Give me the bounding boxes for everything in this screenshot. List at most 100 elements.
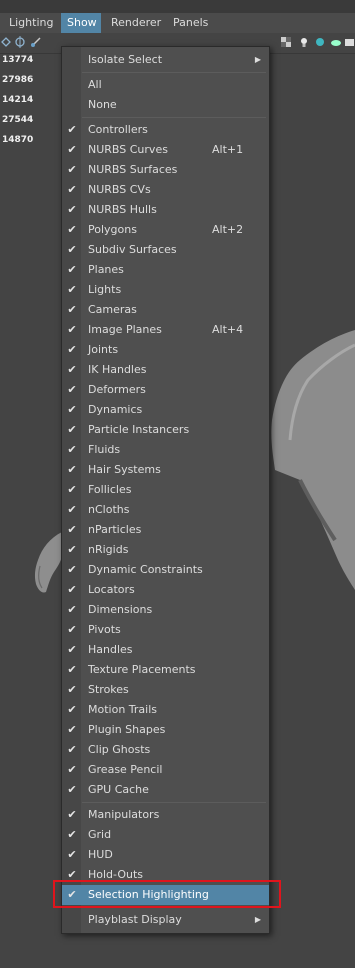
camera-attributes-icon[interactable] (30, 36, 42, 48)
menu-item-label: Dynamic Constraints (88, 563, 203, 576)
menu-item-image-planes[interactable]: ✔ Image Planes Alt+4 (62, 320, 269, 340)
check-icon: ✔ (67, 663, 77, 676)
check-icon: ✔ (67, 323, 77, 336)
menu-item-playblast-display[interactable]: Playblast Display ▶ (62, 910, 269, 930)
menu-panels[interactable]: Panels (167, 13, 217, 33)
check-icon: ✔ (67, 263, 77, 276)
menu-item-nurbs-curves[interactable]: ✔ NURBS Curves Alt+1 (62, 140, 269, 160)
menu-item-strokes[interactable]: ✔ Strokes (62, 680, 269, 700)
menu-separator (82, 72, 266, 73)
menu-item-ik-handles[interactable]: ✔ IK Handles (62, 360, 269, 380)
menu-item-deformers[interactable]: ✔ Deformers (62, 380, 269, 400)
check-icon: ✔ (67, 703, 77, 716)
menu-item-joints[interactable]: ✔ Joints (62, 340, 269, 360)
menu-item-label: Joints (88, 343, 119, 356)
hud-stat-uvs: 14870 (2, 135, 34, 145)
menu-item-nurbs-cvs[interactable]: ✔ NURBS CVs (62, 180, 269, 200)
menu-item-dynamics[interactable]: ✔ Dynamics (62, 400, 269, 420)
menu-item-dimensions[interactable]: ✔ Dimensions (62, 600, 269, 620)
menu-item-cameras[interactable]: ✔ Cameras (62, 300, 269, 320)
check-icon: ✔ (67, 848, 77, 861)
menu-item-label: NURBS Hulls (88, 203, 157, 216)
menu-item-locators[interactable]: ✔ Locators (62, 580, 269, 600)
menu-item-lights[interactable]: ✔ Lights (62, 280, 269, 300)
menu-item-texture-placements[interactable]: ✔ Texture Placements (62, 660, 269, 680)
menu-item-motion-trails[interactable]: ✔ Motion Trails (62, 700, 269, 720)
menu-show[interactable]: Show (61, 13, 101, 33)
menu-item-controllers[interactable]: ✔ Controllers (62, 120, 269, 140)
menu-item-subdiv-surfaces[interactable]: ✔ Subdiv Surfaces (62, 240, 269, 260)
menu-item-dynamic-constraints[interactable]: ✔ Dynamic Constraints (62, 560, 269, 580)
check-icon: ✔ (67, 403, 77, 416)
menu-item-grid[interactable]: ✔ Grid (62, 825, 269, 845)
menu-item-isolate-select[interactable]: Isolate Select ▶ (62, 50, 269, 70)
menu-item-nurbs-surfaces[interactable]: ✔ NURBS Surfaces (62, 160, 269, 180)
check-icon: ✔ (67, 543, 77, 556)
ambient-occlusion-icon[interactable] (330, 36, 342, 48)
check-icon: ✔ (67, 643, 77, 656)
check-icon: ✔ (67, 203, 77, 216)
menu-item-label: NURBS Surfaces (88, 163, 178, 176)
menu-separator (82, 802, 266, 803)
menu-item-particle-instancers[interactable]: ✔ Particle Instancers (62, 420, 269, 440)
menu-item-follicles[interactable]: ✔ Follicles (62, 480, 269, 500)
shadows-icon[interactable] (314, 36, 326, 48)
camera-icon[interactable] (345, 36, 355, 48)
select-camera-icon[interactable] (0, 36, 12, 48)
show-menu-dropdown: Isolate Select ▶ All None ✔ Controllers ✔ NURBS… (61, 46, 270, 934)
menu-item-label: Image Planes (88, 323, 162, 336)
menu-item-label: Follicles (88, 483, 132, 496)
menu-item-label: nRigids (88, 543, 129, 556)
check-icon: ✔ (67, 623, 77, 636)
menu-item-label: NURBS Curves (88, 143, 168, 156)
check-icon: ✔ (67, 808, 77, 821)
menu-item-grease-pencil[interactable]: ✔ Grease Pencil (62, 760, 269, 780)
menu-item-planes[interactable]: ✔ Planes (62, 260, 269, 280)
menu-item-label: Grease Pencil (88, 763, 163, 776)
menu-item-nparticles[interactable]: ✔ nParticles (62, 520, 269, 540)
check-icon: ✔ (67, 163, 77, 176)
check-icon: ✔ (67, 443, 77, 456)
lighting-icon[interactable] (298, 36, 310, 48)
menu-item-gpu-cache[interactable]: ✔ GPU Cache (62, 780, 269, 800)
checker-texture-icon[interactable] (280, 36, 292, 48)
menu-item-label: Clip Ghosts (88, 743, 151, 756)
menu-item-pivots[interactable]: ✔ Pivots (62, 620, 269, 640)
check-icon: ✔ (67, 183, 77, 196)
menu-item-label: Subdiv Surfaces (88, 243, 177, 256)
menu-lighting[interactable]: Lighting (2, 13, 57, 33)
menu-item-label: Manipulators (88, 808, 160, 821)
menu-item-fluids[interactable]: ✔ Fluids (62, 440, 269, 460)
menu-item-label: Locators (88, 583, 135, 596)
menu-item-clip-ghosts[interactable]: ✔ Clip Ghosts (62, 740, 269, 760)
menu-item-manipulators[interactable]: ✔ Manipulators (62, 805, 269, 825)
menu-item-hair-systems[interactable]: ✔ Hair Systems (62, 460, 269, 480)
check-icon: ✔ (67, 423, 77, 436)
check-icon: ✔ (67, 303, 77, 316)
menu-item-ncloths[interactable]: ✔ nCloths (62, 500, 269, 520)
menu-item-polygons[interactable]: ✔ Polygons Alt+2 (62, 220, 269, 240)
menu-renderer[interactable]: Renderer (106, 13, 166, 33)
menu-item-label: Lights (88, 283, 122, 296)
lock-camera-icon[interactable] (14, 36, 26, 48)
menu-item-all[interactable]: All (62, 75, 269, 95)
menu-item-plugin-shapes[interactable]: ✔ Plugin Shapes (62, 720, 269, 740)
menu-item-shortcut: Alt+2 (212, 223, 244, 236)
menu-item-hud[interactable]: ✔ HUD (62, 845, 269, 865)
menu-item-label: Cameras (88, 303, 137, 316)
menu-item-label: Strokes (88, 683, 129, 696)
hud-stat-verts: 13774 (2, 55, 34, 65)
menu-item-label: Planes (88, 263, 124, 276)
menu-item-label: Particle Instancers (88, 423, 190, 436)
menu-item-label: Hair Systems (88, 463, 161, 476)
menu-item-nurbs-hulls[interactable]: ✔ NURBS Hulls (62, 200, 269, 220)
check-icon: ✔ (67, 723, 77, 736)
menu-separator (82, 117, 266, 118)
menu-item-handles[interactable]: ✔ Handles (62, 640, 269, 660)
arrow-right-icon: ▶ (254, 55, 261, 64)
menu-item-label: Handles (88, 643, 133, 656)
menu-item-nrigids[interactable]: ✔ nRigids (62, 540, 269, 560)
menu-item-none[interactable]: None (62, 95, 269, 115)
menu-item-label: nCloths (88, 503, 130, 516)
check-icon: ✔ (67, 283, 77, 296)
